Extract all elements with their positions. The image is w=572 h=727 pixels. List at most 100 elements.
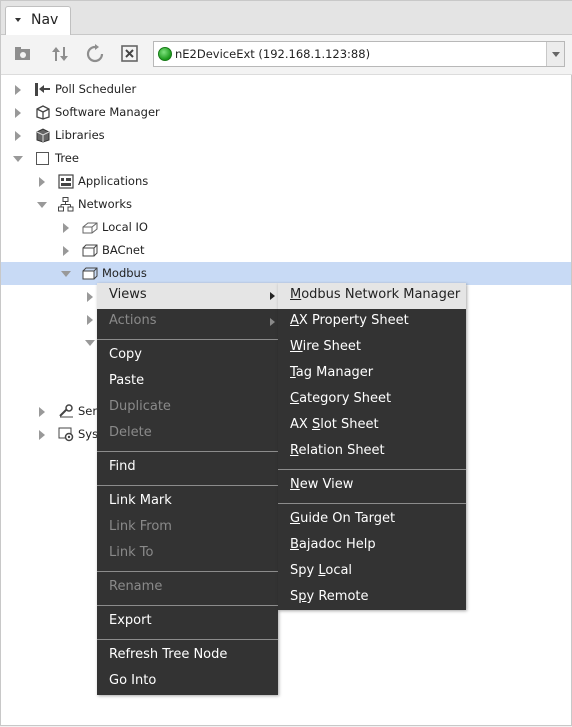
collapse-arrow-icon[interactable] bbox=[61, 271, 71, 277]
tree-node-label: Applications bbox=[78, 174, 149, 188]
modbus-icon bbox=[82, 266, 98, 281]
sort-button[interactable] bbox=[48, 43, 72, 65]
menu-item-find[interactable]: Find bbox=[97, 455, 278, 481]
tree-node-bacnet[interactable]: BACnet bbox=[1, 239, 571, 262]
networks-icon bbox=[58, 197, 74, 212]
menu-separator bbox=[97, 605, 278, 606]
tree-node-networks[interactable]: Networks bbox=[1, 193, 571, 216]
system-icon bbox=[58, 427, 74, 442]
expand-arrow-icon[interactable] bbox=[63, 246, 69, 256]
tree-node-label: Networks bbox=[78, 197, 133, 211]
expand-arrow-icon[interactable] bbox=[39, 407, 45, 417]
menu-item-delete[interactable]: Delete bbox=[97, 421, 278, 447]
menu-item-link-to[interactable]: Link To bbox=[97, 541, 278, 567]
expand-arrow-icon[interactable] bbox=[87, 315, 93, 325]
submenu-item-new-view[interactable]: New View bbox=[278, 473, 466, 499]
tree-node-poll-scheduler[interactable]: Poll Scheduler bbox=[1, 78, 571, 101]
menu-separator bbox=[97, 571, 278, 572]
menu-item-copy[interactable]: Copy bbox=[97, 343, 278, 369]
ord-selector[interactable]: nE2DeviceExt (192.168.1.123:88) bbox=[153, 41, 565, 67]
menu-separator bbox=[97, 639, 278, 640]
folder-icon bbox=[15, 47, 30, 60]
ord-dropdown-button[interactable] bbox=[546, 42, 564, 66]
expand-arrow-icon[interactable] bbox=[15, 85, 21, 95]
expand-arrow-icon[interactable] bbox=[63, 223, 69, 233]
submenu-item-bajadoc-help[interactable]: Bajadoc Help bbox=[278, 533, 466, 559]
tree-node-libraries[interactable]: Libraries bbox=[1, 124, 571, 147]
submenu-item-modbus-network-manager[interactable]: Modbus Network Manager bbox=[278, 283, 466, 309]
close-icon bbox=[121, 45, 138, 62]
menu-separator bbox=[278, 469, 466, 470]
context-menu: Views Actions Copy Paste Duplicate Delet… bbox=[97, 283, 278, 695]
expand-arrow-icon[interactable] bbox=[15, 108, 21, 118]
submenu-item-guide-on-target[interactable]: Guide On Target bbox=[278, 507, 466, 533]
tab-bar: Nav bbox=[1, 1, 572, 35]
tree-node-local-io[interactable]: Local IO bbox=[1, 216, 571, 239]
nav-sidebar: Nav nE2DeviceExt (192.168.1.123:88) Poll… bbox=[0, 0, 572, 726]
tree-node-software-manager[interactable]: Software Manager bbox=[1, 101, 571, 124]
tree-node-modbus[interactable]: Modbus bbox=[1, 262, 571, 285]
expand-arrow-icon[interactable] bbox=[15, 131, 21, 141]
refresh-button[interactable] bbox=[83, 43, 107, 65]
views-submenu: Modbus Network Manager AX Property Sheet… bbox=[278, 283, 466, 610]
close-button[interactable] bbox=[118, 43, 142, 65]
collapse-arrow-icon[interactable] bbox=[13, 156, 23, 162]
menu-item-paste[interactable]: Paste bbox=[97, 369, 278, 395]
collapse-arrow-icon[interactable] bbox=[37, 202, 47, 208]
submenu-item-ax-slot-sheet[interactable]: AX Slot Sheet bbox=[278, 413, 466, 439]
applications-icon bbox=[58, 174, 74, 189]
menu-item-actions[interactable]: Actions bbox=[97, 309, 278, 335]
services-icon bbox=[58, 404, 74, 419]
expand-arrow-icon[interactable] bbox=[39, 430, 45, 440]
expand-arrow-icon[interactable] bbox=[39, 177, 45, 187]
menu-separator bbox=[97, 451, 278, 452]
tree-node-label: BACnet bbox=[102, 243, 145, 257]
tab-nav[interactable]: Nav bbox=[5, 6, 71, 35]
submenu-arrow-icon bbox=[270, 318, 275, 326]
libraries-icon bbox=[35, 128, 51, 143]
nav-toolbar: nE2DeviceExt (192.168.1.123:88) bbox=[1, 35, 572, 75]
new-folder-button[interactable] bbox=[11, 43, 35, 65]
menu-item-rename[interactable]: Rename bbox=[97, 575, 278, 601]
refresh-icon bbox=[86, 44, 104, 63]
tree-node-label: Libraries bbox=[55, 128, 105, 142]
submenu-item-spy-remote[interactable]: Spy Remote bbox=[278, 585, 466, 611]
software-manager-icon bbox=[35, 105, 51, 120]
menu-item-link-from[interactable]: Link From bbox=[97, 515, 278, 541]
ord-text: nE2DeviceExt (192.168.1.123:88) bbox=[175, 47, 371, 61]
tab-label: Nav bbox=[31, 12, 59, 28]
menu-item-views[interactable]: Views bbox=[97, 283, 278, 309]
submenu-item-tag-manager[interactable]: Tag Manager bbox=[278, 361, 466, 387]
tree-node-label: Modbus bbox=[102, 266, 147, 280]
collapse-arrow-icon[interactable] bbox=[85, 340, 95, 346]
poll-scheduler-icon bbox=[35, 82, 51, 97]
sort-arrows-icon bbox=[52, 47, 68, 61]
tree-node-label: Tree bbox=[55, 151, 79, 165]
tree-node-applications[interactable]: Applications bbox=[1, 170, 571, 193]
tree-node-label: Poll Scheduler bbox=[55, 82, 137, 96]
expand-arrow-icon[interactable] bbox=[87, 292, 93, 302]
submenu-arrow-icon bbox=[270, 292, 275, 300]
submenu-item-ax-property-sheet[interactable]: AX Property Sheet bbox=[278, 309, 466, 335]
menu-item-go-into[interactable]: Go Into bbox=[97, 669, 278, 695]
submenu-item-category-sheet[interactable]: Category Sheet bbox=[278, 387, 466, 413]
submenu-item-spy-local[interactable]: Spy Local bbox=[278, 559, 466, 585]
menu-item-export[interactable]: Export bbox=[97, 609, 278, 635]
submenu-item-wire-sheet[interactable]: Wire Sheet bbox=[278, 335, 466, 361]
menu-separator bbox=[97, 485, 278, 486]
submenu-item-relation-sheet[interactable]: Relation Sheet bbox=[278, 439, 466, 465]
chevron-down-icon bbox=[552, 52, 560, 57]
menu-item-link-mark[interactable]: Link Mark bbox=[97, 489, 278, 515]
menu-item-refresh-tree-node[interactable]: Refresh Tree Node bbox=[97, 643, 278, 669]
tree-icon bbox=[35, 151, 51, 166]
menu-separator bbox=[97, 339, 278, 340]
tree-node-label: Software Manager bbox=[55, 105, 160, 119]
menu-item-duplicate[interactable]: Duplicate bbox=[97, 395, 278, 421]
tree-node-label: Local IO bbox=[102, 220, 148, 234]
local-io-icon bbox=[82, 220, 98, 235]
tree-node-tree[interactable]: Tree bbox=[1, 147, 571, 170]
chevron-down-icon[interactable] bbox=[15, 18, 21, 22]
menu-separator bbox=[278, 503, 466, 504]
bacnet-icon bbox=[82, 243, 98, 258]
status-ok-icon bbox=[158, 47, 172, 61]
